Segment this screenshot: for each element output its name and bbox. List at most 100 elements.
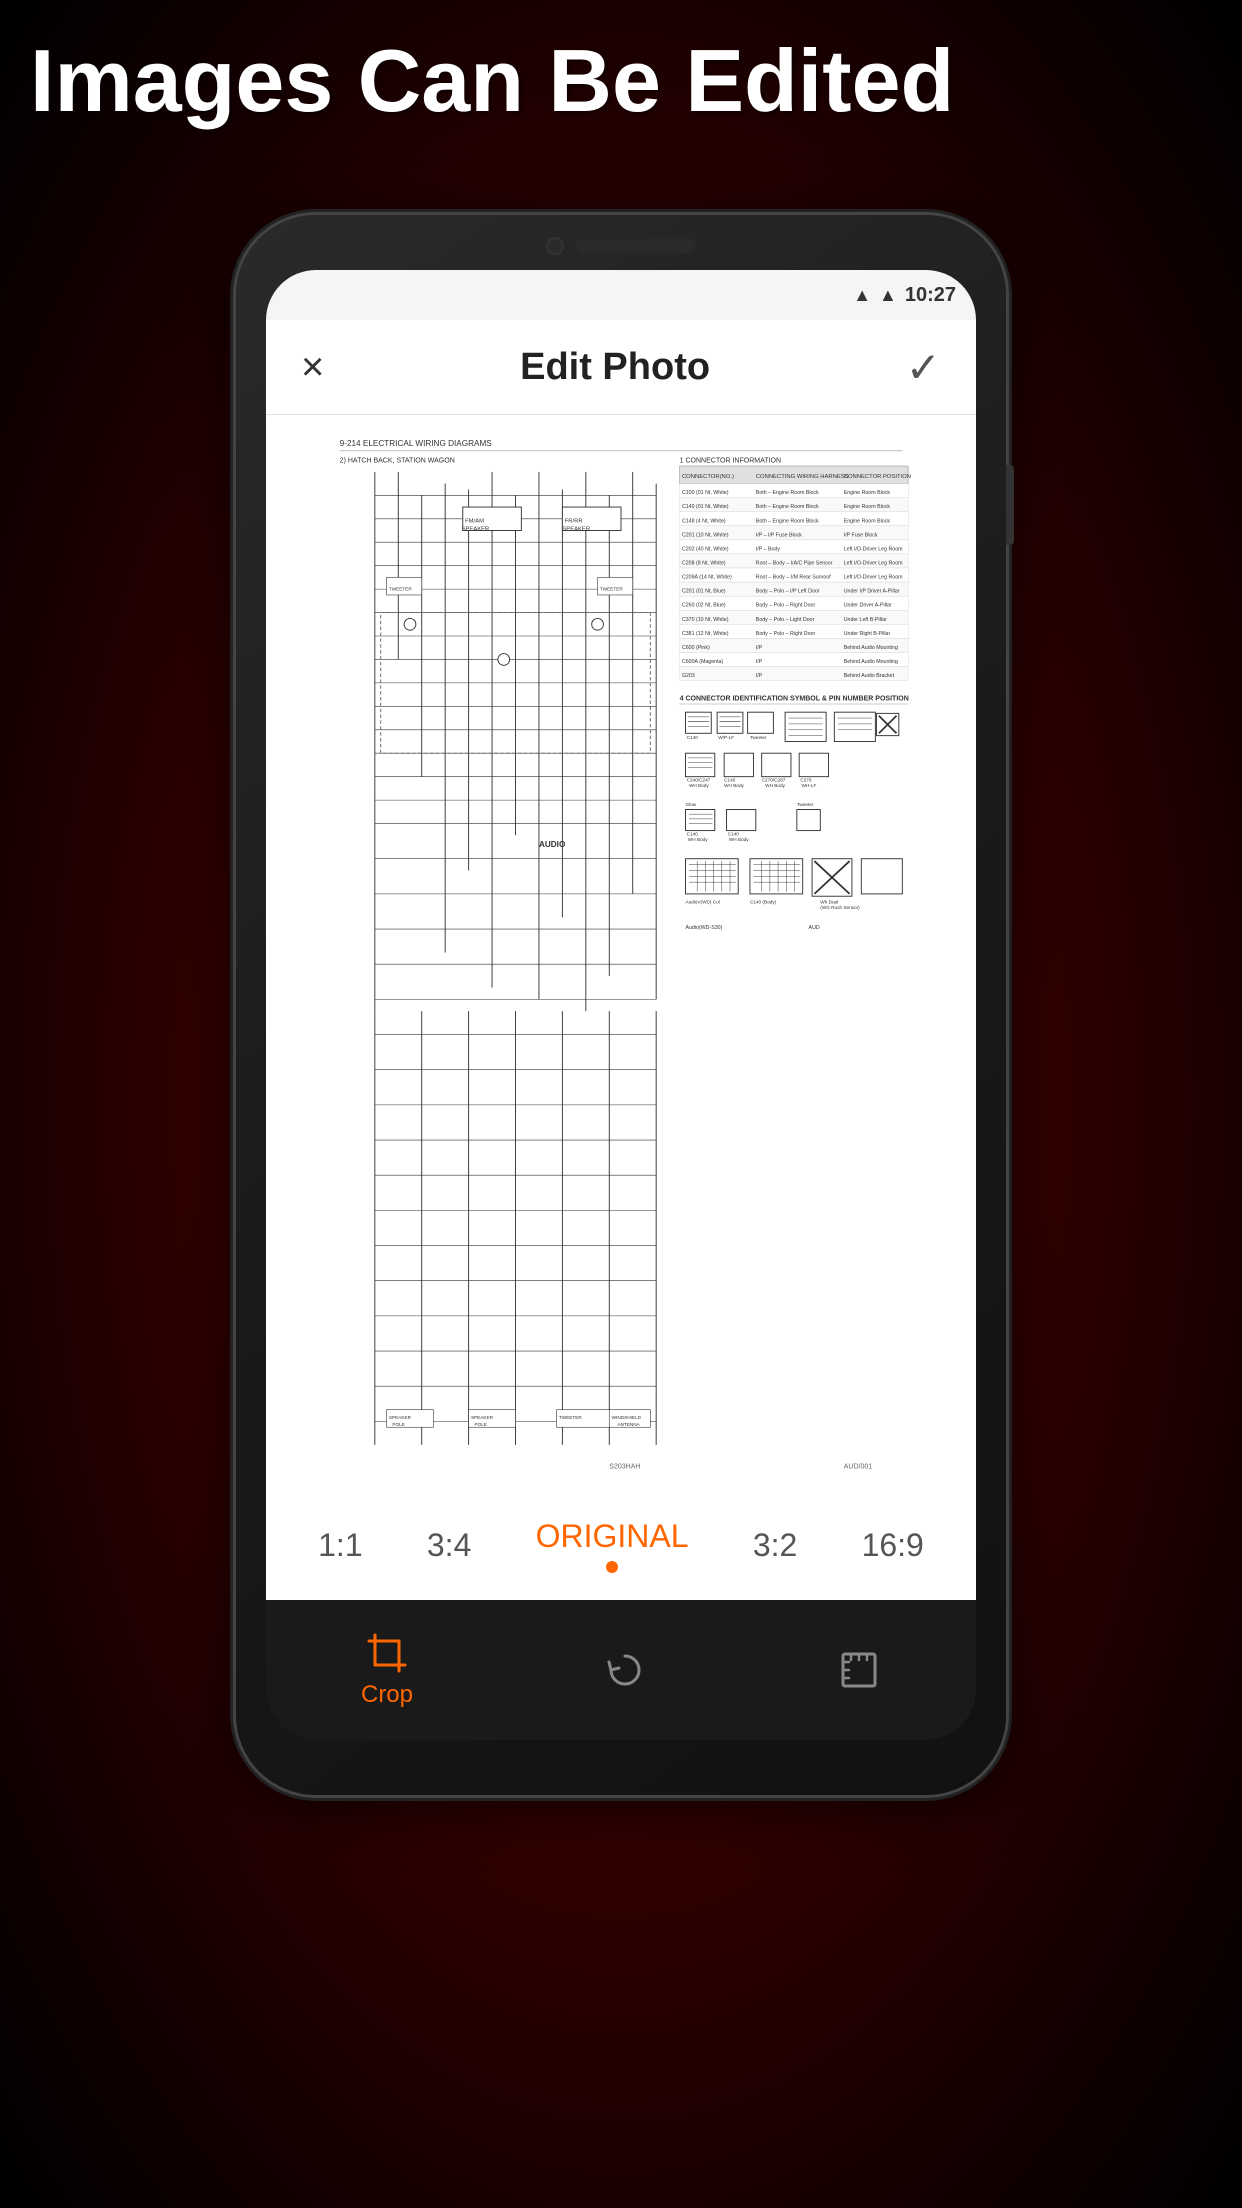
ratio-3-4[interactable]: 3:4	[427, 1527, 471, 1564]
svg-text:G203: G203	[682, 673, 695, 679]
rotate-icon	[603, 1648, 647, 1692]
svg-text:WH Body: WH Body	[729, 837, 749, 842]
svg-text:I/P: I/P	[756, 673, 763, 679]
front-camera	[546, 237, 564, 255]
status-signal-icon: ▲	[879, 285, 897, 306]
rotate-tool[interactable]	[603, 1648, 647, 1692]
svg-text:Body – Polo – I/P Left Door: Body – Polo – I/P Left Door	[756, 589, 820, 595]
svg-text:SPEAKER: SPEAKER	[562, 527, 590, 533]
crop-ratio-bar: 1:1 3:4 ORIGINAL 3:2 16:9	[266, 1490, 976, 1600]
ratio-3-2[interactable]: 3:2	[753, 1527, 797, 1564]
ratio-3-2-label: 3:2	[753, 1527, 797, 1564]
svg-text:CONNECTING WIRING HARNESS: CONNECTING WIRING HARNESS	[756, 474, 849, 480]
svg-text:S203HAH: S203HAH	[609, 1463, 640, 1470]
svg-text:(WG Rush Sensor): (WG Rush Sensor)	[820, 905, 860, 910]
svg-text:WINDSHIELD: WINDSHIELD	[612, 1415, 642, 1420]
svg-text:W/P-LF: W/P-LF	[718, 735, 734, 740]
svg-text:C140 (Body): C140 (Body)	[750, 899, 777, 904]
crop-tool[interactable]: Crop	[361, 1631, 413, 1709]
svg-text:WH Body: WH Body	[688, 837, 708, 842]
svg-text:Both – Engine Room Block: Both – Engine Room Block	[756, 518, 819, 524]
svg-text:Body – Polo – Right Door: Body – Polo – Right Door	[756, 603, 816, 609]
svg-text:AUDIO: AUDIO	[539, 840, 566, 849]
edit-photo-title: Edit Photo	[520, 346, 710, 389]
active-ratio-dot	[606, 1561, 618, 1573]
svg-text:Glow: Glow	[685, 802, 696, 807]
svg-text:Behind Audio Bracket: Behind Audio Bracket	[844, 673, 895, 679]
svg-text:SPEAKER: SPEAKER	[471, 1415, 494, 1420]
ratio-original[interactable]: ORIGINAL	[536, 1518, 689, 1573]
svg-text:C370 (10 Nt, White): C370 (10 Nt, White)	[682, 617, 729, 623]
svg-text:C208 (8 Nt, White): C208 (8 Nt, White)	[682, 560, 726, 566]
aspect-tool[interactable]	[837, 1648, 881, 1692]
edit-photo-bar: × Edit Photo ✓	[266, 320, 976, 415]
svg-text:C209A (14 Nt, White): C209A (14 Nt, White)	[682, 575, 732, 581]
svg-text:C270/C287: C270/C287	[762, 777, 786, 782]
svg-text:Left I/O-Driver Leg Room: Left I/O-Driver Leg Room	[844, 546, 903, 552]
speaker-grille	[576, 239, 696, 253]
svg-text:WH-LF: WH-LF	[802, 783, 817, 788]
status-time: 10:27	[905, 284, 956, 307]
diagram-container: 9-214 ELECTRICAL WIRING DIAGRAMS 2) HATC…	[266, 415, 976, 1490]
svg-text:1 CONNECTOR INFORMATION: 1 CONNECTOR INFORMATION	[680, 458, 781, 465]
svg-text:WH Body: WH Body	[765, 783, 785, 788]
ratio-16-9-label: 16:9	[862, 1527, 924, 1564]
crop-icon	[365, 1631, 409, 1675]
svg-text:C270: C270	[800, 777, 812, 782]
svg-text:C600 (Pink): C600 (Pink)	[682, 645, 710, 651]
svg-text:Tweeter: Tweeter	[750, 735, 767, 740]
svg-text:2) HATCH BACK, STATION WAGON: 2) HATCH BACK, STATION WAGON	[340, 458, 455, 465]
svg-text:Root – Body – I/A/C Pipe Senso: Root – Body – I/A/C Pipe Sensor	[756, 560, 833, 566]
svg-text:Left I/O-Driver Leg Room: Left I/O-Driver Leg Room	[844, 575, 903, 581]
svg-text:9-214 ELECTRICAL WIRING DIAGRA: 9-214 ELECTRICAL WIRING DIAGRAMS	[340, 439, 493, 448]
wiring-diagram-svg: 9-214 ELECTRICAL WIRING DIAGRAMS 2) HATC…	[276, 425, 966, 1480]
confirm-button[interactable]: ✓	[906, 343, 941, 392]
svg-text:TWEETER: TWEETER	[389, 586, 412, 591]
svg-text:C100 (01 Nt, White): C100 (01 Nt, White)	[682, 490, 729, 496]
svg-text:WH Body: WH Body	[724, 783, 744, 788]
phone-device: ▲ ▲ 10:27 × Edit Photo ✓ 9-214 ELECTRICA…	[236, 215, 1006, 1795]
ratio-1-1[interactable]: 1:1	[318, 1527, 362, 1564]
svg-text:C140 (01 Nt, White): C140 (01 Nt, White)	[682, 504, 729, 510]
svg-text:SPEAKER: SPEAKER	[389, 1415, 412, 1420]
svg-text:Engine Room Block: Engine Room Block	[844, 518, 891, 524]
svg-text:WH Body: WH Body	[689, 783, 709, 788]
svg-text:Under I/P Driver A-Pillar: Under I/P Driver A-Pillar	[844, 589, 900, 595]
svg-text:C140: C140	[687, 735, 699, 740]
svg-text:POLE: POLE	[474, 1422, 486, 1427]
close-button[interactable]: ×	[301, 345, 324, 390]
svg-text:I/P – I/P Fuse Block: I/P – I/P Fuse Block	[756, 532, 802, 538]
svg-text:Wh Dual: Wh Dual	[820, 899, 838, 904]
svg-text:C148 (4 Nt, White): C148 (4 Nt, White)	[682, 518, 726, 524]
svg-text:CONNECTOR POSITION: CONNECTOR POSITION	[844, 474, 911, 480]
svg-text:Engine Room Block: Engine Room Block	[844, 490, 891, 496]
svg-text:4 CONNECTOR IDENTIFICATION SYM: 4 CONNECTOR IDENTIFICATION SYMBOL & PIN …	[680, 695, 909, 702]
ratio-original-label: ORIGINAL	[536, 1518, 689, 1555]
svg-text:Under Driver A-Pillar: Under Driver A-Pillar	[844, 603, 892, 609]
ratio-3-4-label: 3:4	[427, 1527, 471, 1564]
svg-text:I/P – Body: I/P – Body	[756, 546, 781, 552]
svg-text:Engine Room Block: Engine Room Block	[844, 504, 891, 510]
svg-text:SPEAKER: SPEAKER	[462, 527, 490, 533]
svg-text:FR/RR: FR/RR	[565, 518, 583, 524]
svg-text:Both – Engine Room Block: Both – Engine Room Block	[756, 504, 819, 510]
svg-text:CONNECTOR(NO.): CONNECTOR(NO.)	[682, 474, 734, 480]
svg-text:FM/AM: FM/AM	[465, 518, 484, 524]
svg-text:Tweeter: Tweeter	[797, 802, 814, 807]
svg-text:TWEETER: TWEETER	[600, 586, 623, 591]
svg-text:Audio(WD-S30): Audio(WD-S30)	[685, 925, 722, 931]
svg-text:ANTENNA: ANTENNA	[617, 1422, 640, 1427]
svg-text:TWEETER: TWEETER	[559, 1415, 582, 1420]
svg-text:AudioV(WD) Col: AudioV(WD) Col	[685, 899, 719, 904]
ratio-16-9[interactable]: 16:9	[862, 1527, 924, 1564]
svg-text:C140: C140	[724, 777, 736, 782]
svg-text:Under Left B-Pillar: Under Left B-Pillar	[844, 617, 887, 623]
svg-text:Body – Polo – Light Door: Body – Polo – Light Door	[756, 617, 815, 623]
image-preview-area: 9-214 ELECTRICAL WIRING DIAGRAMS 2) HATC…	[266, 415, 976, 1490]
svg-text:C201 (01 Nt, Blue): C201 (01 Nt, Blue)	[682, 589, 726, 595]
svg-text:I/P: I/P	[756, 659, 763, 665]
svg-text:Behind Audio Mounting: Behind Audio Mounting	[844, 659, 898, 665]
svg-text:I/P: I/P	[756, 645, 763, 651]
phone-screen: ▲ ▲ 10:27 × Edit Photo ✓ 9-214 ELECTRICA…	[266, 270, 976, 1740]
svg-text:POLE: POLE	[392, 1422, 404, 1427]
